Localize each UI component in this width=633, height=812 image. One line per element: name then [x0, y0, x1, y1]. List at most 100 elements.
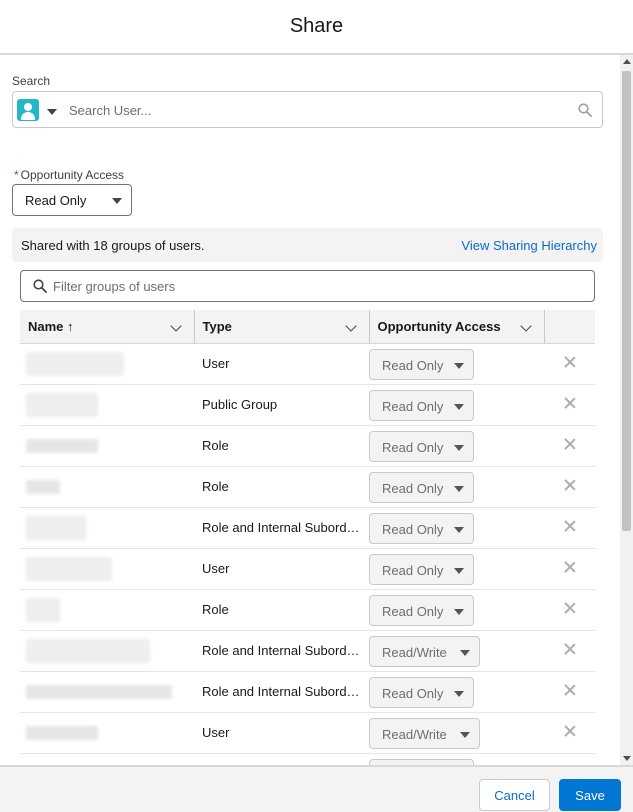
chevron-down-icon: [454, 690, 464, 697]
modal-body: Search *Opportunity Access Read Only Sha…: [0, 55, 633, 765]
access-cell: Read Only: [369, 425, 544, 467]
row-access-select[interactable]: Read/Write: [369, 717, 480, 749]
scroll-down-icon[interactable]: [623, 756, 631, 761]
access-cell: Read Only: [369, 671, 544, 713]
user-icon[interactable]: [17, 99, 39, 121]
modal-footer: Cancel Save: [0, 765, 633, 812]
table-row: Role and Internal Subordinates Read/Writ…: [20, 630, 595, 672]
chevron-down-icon: [460, 731, 470, 738]
row-access-select[interactable]: Read Only: [369, 512, 474, 544]
chevron-down-icon: [454, 403, 464, 410]
chevron-down-icon: [454, 567, 464, 574]
access-cell: Read/Write: [369, 630, 544, 672]
row-access-select[interactable]: Read Only: [369, 553, 474, 585]
type-cell: User: [194, 343, 369, 385]
chevron-down-icon: [454, 444, 464, 451]
modal-header: Share: [0, 0, 633, 55]
modal-title: Share: [289, 15, 344, 37]
name-cell: [20, 384, 194, 426]
filter-groups-box[interactable]: [20, 270, 595, 302]
close-icon[interactable]: [564, 479, 576, 491]
view-sharing-hierarchy-link[interactable]: View Sharing Hierarchy: [461, 238, 597, 253]
access-cell: Read Only: [369, 589, 544, 631]
opportunity-access-label: * Opportunity Access: [14, 168, 125, 182]
access-cell: Read Only: [369, 466, 544, 508]
remove-cell: [544, 466, 595, 508]
table-row: [20, 753, 595, 765]
cancel-button[interactable]: Cancel: [479, 779, 550, 811]
close-icon[interactable]: [564, 397, 576, 409]
row-access-select[interactable]: Read Only: [369, 471, 474, 503]
name-cell: [20, 507, 194, 549]
access-cell: [369, 753, 544, 765]
type-cell: Role: [194, 589, 369, 631]
remove-cell: [544, 630, 595, 672]
scroll-up-icon[interactable]: [623, 59, 631, 64]
access-cell: Read Only: [369, 384, 544, 426]
type-cell: Role: [194, 466, 369, 508]
type-cell: Role and Internal Subordinates: [194, 671, 369, 713]
chevron-down-icon[interactable]: [519, 320, 532, 332]
close-icon[interactable]: [564, 520, 576, 532]
opportunity-access-select[interactable]: Read Only: [12, 184, 132, 216]
name-cell: [20, 753, 194, 765]
chevron-down-icon: [454, 362, 464, 369]
row-access-select[interactable]: Read Only: [369, 389, 474, 421]
type-cell: [194, 753, 369, 765]
required-marker: *: [14, 168, 19, 182]
remove-cell: [544, 753, 595, 765]
table-header-row: Name ↑ Type Opportunity Access: [20, 310, 595, 344]
name-cell: [20, 671, 194, 713]
row-access-select[interactable]: Read Only: [369, 430, 474, 462]
user-search-box[interactable]: [12, 91, 603, 128]
save-button[interactable]: Save: [559, 779, 621, 811]
remove-cell: [544, 384, 595, 426]
access-cell: Read Only: [369, 507, 544, 549]
share-modal: Share Search *Opportunity Access Read On…: [0, 0, 633, 812]
access-cell: Read/Write: [369, 712, 544, 754]
chevron-down-icon[interactable]: [169, 320, 182, 332]
column-header-actions: [543, 310, 595, 344]
table-row: User Read Only: [20, 343, 595, 385]
close-icon[interactable]: [564, 602, 576, 614]
chevron-down-icon[interactable]: [344, 320, 357, 332]
modal-scrollbar[interactable]: [620, 55, 633, 765]
search-icon: [578, 103, 592, 117]
close-icon[interactable]: [564, 725, 576, 737]
close-icon[interactable]: [564, 438, 576, 450]
row-access-select[interactable]: Read Only: [369, 594, 474, 626]
row-access-select[interactable]: Read Only: [369, 676, 474, 708]
access-cell: Read Only: [369, 343, 544, 385]
type-cell: Role: [194, 425, 369, 467]
table-row: User Read Only: [20, 548, 595, 590]
filter-groups-input[interactable]: [53, 277, 573, 295]
column-header-name[interactable]: Name ↑: [20, 310, 194, 344]
table-row: User Read/Write: [20, 712, 595, 754]
table-row: Role and Internal Subordinates Read Only: [20, 507, 595, 549]
name-cell: [20, 712, 194, 754]
type-cell: Role and Internal Subordinates: [194, 630, 369, 672]
table-row: Public Group Read Only: [20, 384, 595, 426]
sharing-table: Name ↑ Type Opportunity Access User Read…: [20, 310, 595, 765]
chevron-down-icon[interactable]: [47, 109, 57, 115]
search-icon: [33, 279, 47, 293]
remove-cell: [544, 425, 595, 467]
shared-info-bar: Shared with 18 groups of users. View Sha…: [12, 228, 603, 262]
name-cell: [20, 589, 194, 631]
column-header-access[interactable]: Opportunity Access: [368, 310, 544, 344]
column-header-type[interactable]: Type: [193, 310, 369, 344]
name-cell: [20, 343, 194, 385]
table-row: Role Read Only: [20, 466, 595, 508]
close-icon[interactable]: [564, 643, 576, 655]
type-cell: Public Group: [194, 384, 369, 426]
close-icon[interactable]: [564, 684, 576, 696]
close-icon[interactable]: [564, 561, 576, 573]
row-access-select[interactable]: Read/Write: [369, 635, 480, 667]
chevron-down-icon: [454, 526, 464, 533]
row-access-select[interactable]: Read Only: [369, 348, 474, 380]
type-cell: User: [194, 712, 369, 754]
scrollbar-thumb[interactable]: [622, 71, 631, 531]
search-label: Search: [12, 74, 51, 88]
close-icon[interactable]: [564, 356, 576, 368]
search-user-input[interactable]: [69, 100, 569, 120]
